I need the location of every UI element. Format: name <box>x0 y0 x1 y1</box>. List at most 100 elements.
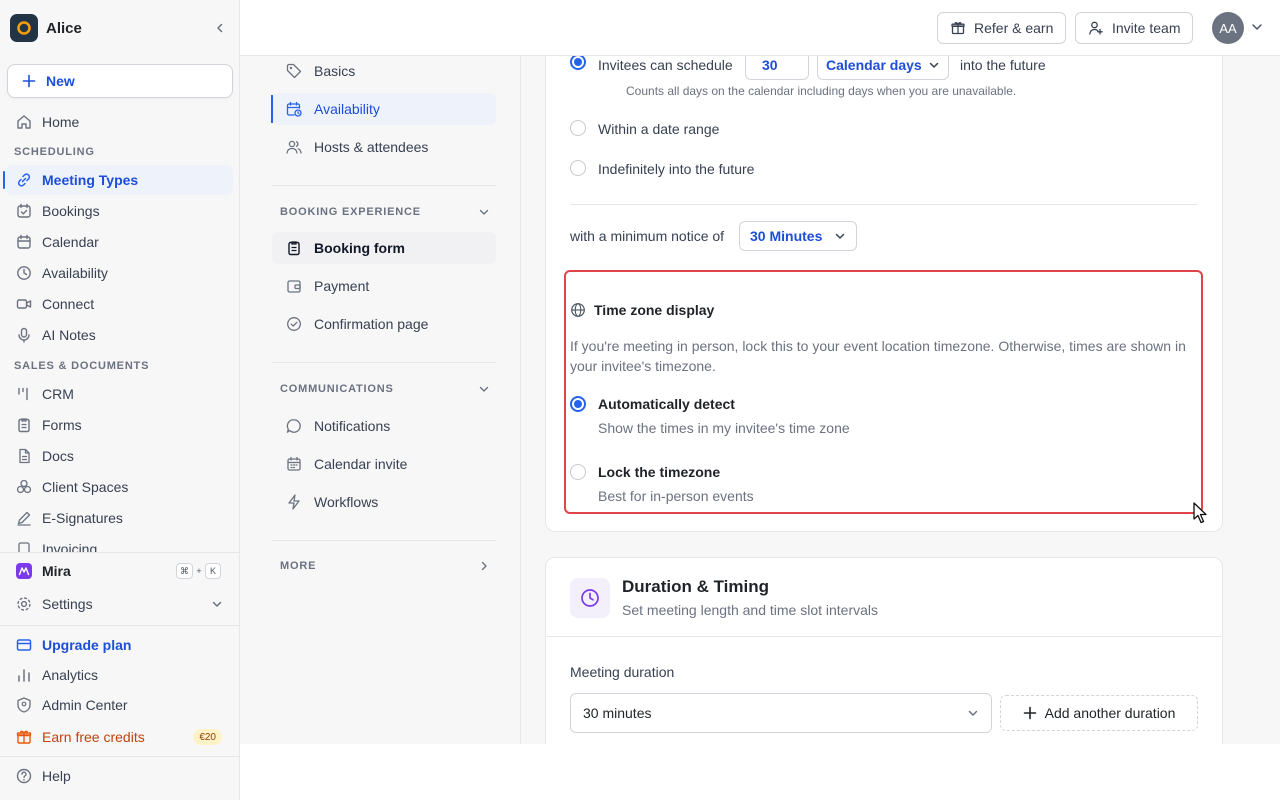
mira-logo-icon <box>14 561 34 581</box>
sidebar-item-label: Upgrade plan <box>42 637 132 653</box>
meeting-duration-value: 30 minutes <box>583 705 652 721</box>
sidebar-item-invoicing[interactable]: Invoicing <box>6 540 233 552</box>
chevron-down-icon <box>479 386 489 392</box>
subnav-item-notifications[interactable]: Notifications <box>272 410 496 442</box>
sidebar-item-e-signatures[interactable]: E-Signatures <box>6 503 233 533</box>
sidebar-item-label: Analytics <box>42 667 99 683</box>
minimum-notice-select[interactable]: 30 Minutes <box>739 221 858 251</box>
section-booking-experience[interactable]: BOOKING EXPERIENCE <box>280 206 490 218</box>
sidebar-item-docs[interactable]: Docs <box>6 441 233 471</box>
add-duration-button[interactable]: Add another duration <box>1000 695 1198 731</box>
schedule-days-input[interactable]: 30 <box>745 56 809 80</box>
subnav-item-label: Workflows <box>314 494 379 510</box>
sidebar-item-connect[interactable]: Connect <box>6 289 233 319</box>
tag-icon <box>284 61 304 81</box>
subnav-item-availability[interactable]: Availability <box>271 93 496 125</box>
home-icon <box>14 112 34 132</box>
invite-team-label: Invite team <box>1112 20 1181 36</box>
chevron-down-icon <box>211 598 223 610</box>
sidebar-divider <box>0 625 239 626</box>
clock-icon <box>14 263 34 283</box>
sidebar-item-label: Meeting Types <box>42 172 139 188</box>
radio-indefinitely[interactable] <box>570 160 586 176</box>
clock-icon <box>570 578 610 618</box>
top-header: Refer & earn Invite team AA <box>240 0 1280 56</box>
wallet-icon <box>284 276 304 296</box>
schedule-unit-select[interactable]: Calendar days <box>817 56 949 80</box>
collapse-sidebar-icon[interactable] <box>208 16 232 40</box>
mouse-cursor-icon <box>1193 502 1209 524</box>
subnav-divider <box>272 362 496 363</box>
sidebar-item-settings[interactable]: Settings <box>6 589 233 619</box>
sidebar-item-calendar[interactable]: Calendar <box>6 227 233 257</box>
sidebar-item-label: Earn free credits <box>42 729 145 745</box>
credit-card-icon <box>14 635 34 655</box>
schedule-suffix: into the future <box>960 57 1046 73</box>
sidebar-item-availability[interactable]: Availability <box>6 258 233 288</box>
sidebar-item-label: Connect <box>42 296 95 312</box>
schedule-hint: Counts all days on the calendar includin… <box>626 84 1017 98</box>
sidebar-item-meeting-types[interactable]: Meeting Types <box>3 165 233 195</box>
sidebar-item-mira[interactable]: Mira ⌘ + K <box>6 556 233 586</box>
invoice-icon <box>14 540 34 552</box>
chevron-down-icon <box>929 62 938 68</box>
sidebar-item-earn-credits[interactable]: Earn free credits €20 <box>6 722 233 752</box>
subnav-item-label: Payment <box>314 278 370 294</box>
subnav-item-confirmation-page[interactable]: Confirmation page <box>272 308 496 340</box>
duration-card-subtitle: Set meeting length and time slot interva… <box>622 602 879 618</box>
sidebar-item-label: Forms <box>42 417 82 433</box>
subnav-item-booking-form[interactable]: Booking form <box>272 232 496 264</box>
calendar-clock-icon <box>284 99 304 119</box>
subnav-item-label: Calendar invite <box>314 456 408 472</box>
subnav-item-label: Booking form <box>314 240 405 256</box>
sidebar-divider <box>0 552 239 553</box>
sidebar-item-label: Calendar <box>42 234 99 250</box>
video-icon <box>14 294 34 314</box>
sidebar-item-upgrade-plan[interactable]: Upgrade plan <box>6 630 233 660</box>
section-label-scheduling: SCHEDULING <box>14 146 95 158</box>
chevron-down-icon <box>968 710 978 716</box>
subnav-item-workflows[interactable]: Workflows <box>272 486 496 518</box>
section-more[interactable]: MORE <box>280 560 490 572</box>
sidebar-item-admin-center[interactable]: Admin Center <box>6 690 233 720</box>
chat-bubble-icon <box>284 416 304 436</box>
sidebar-item-label: Invoicing <box>42 541 98 552</box>
cubes-icon <box>14 477 34 497</box>
mira-shortcut: ⌘ + K <box>176 563 221 579</box>
duration-timing-card: Duration & Timing Set meeting length and… <box>545 557 1223 744</box>
sidebar-item-bookings[interactable]: Bookings <box>6 196 233 226</box>
sidebar-item-analytics[interactable]: Analytics <box>6 660 233 690</box>
users-icon <box>284 137 304 157</box>
subnav-item-payment[interactable]: Payment <box>272 270 496 302</box>
sidebar-item-label: Help <box>42 768 71 784</box>
user-plus-icon <box>1089 21 1103 35</box>
sidebar-item-crm[interactable]: CRM <box>6 379 233 409</box>
sidebar-item-label: Home <box>42 114 80 130</box>
refer-earn-button[interactable]: Refer & earn <box>937 12 1067 44</box>
invite-team-button[interactable]: Invite team <box>1075 12 1194 44</box>
section-communications[interactable]: COMMUNICATIONS <box>280 383 490 395</box>
credit-badge: €20 <box>193 729 222 745</box>
gift-icon <box>951 22 965 35</box>
subnav-item-hosts-attendees[interactable]: Hosts & attendees <box>272 131 496 163</box>
sidebar-item-label: Docs <box>42 448 74 464</box>
subnav-item-calendar-invite[interactable]: Calendar invite <box>272 448 496 480</box>
sidebar-item-help[interactable]: Help <box>6 761 233 791</box>
meeting-duration-select[interactable]: 30 minutes <box>570 693 992 733</box>
radio-date-range[interactable] <box>570 120 586 136</box>
calendar-icon <box>14 232 34 252</box>
chevron-down-icon[interactable] <box>1250 20 1264 34</box>
bar-chart-icon <box>14 665 34 685</box>
chevron-down-icon <box>836 233 845 239</box>
workspace-switcher[interactable]: Alice <box>10 14 232 42</box>
sidebar-item-client-spaces[interactable]: Client Spaces <box>6 472 233 502</box>
user-avatar[interactable]: AA <box>1212 12 1244 44</box>
subnav-item-basics[interactable]: Basics <box>272 55 496 87</box>
sidebar-item-forms[interactable]: Forms <box>6 410 233 440</box>
clipboard-list-icon <box>284 238 304 258</box>
new-button[interactable]: New <box>7 64 233 98</box>
sidebar-item-home[interactable]: Home <box>6 107 233 137</box>
sidebar-item-ai-notes[interactable]: AI Notes <box>6 320 233 350</box>
chevron-right-icon <box>481 561 487 571</box>
section-label: BOOKING EXPERIENCE <box>280 206 421 218</box>
